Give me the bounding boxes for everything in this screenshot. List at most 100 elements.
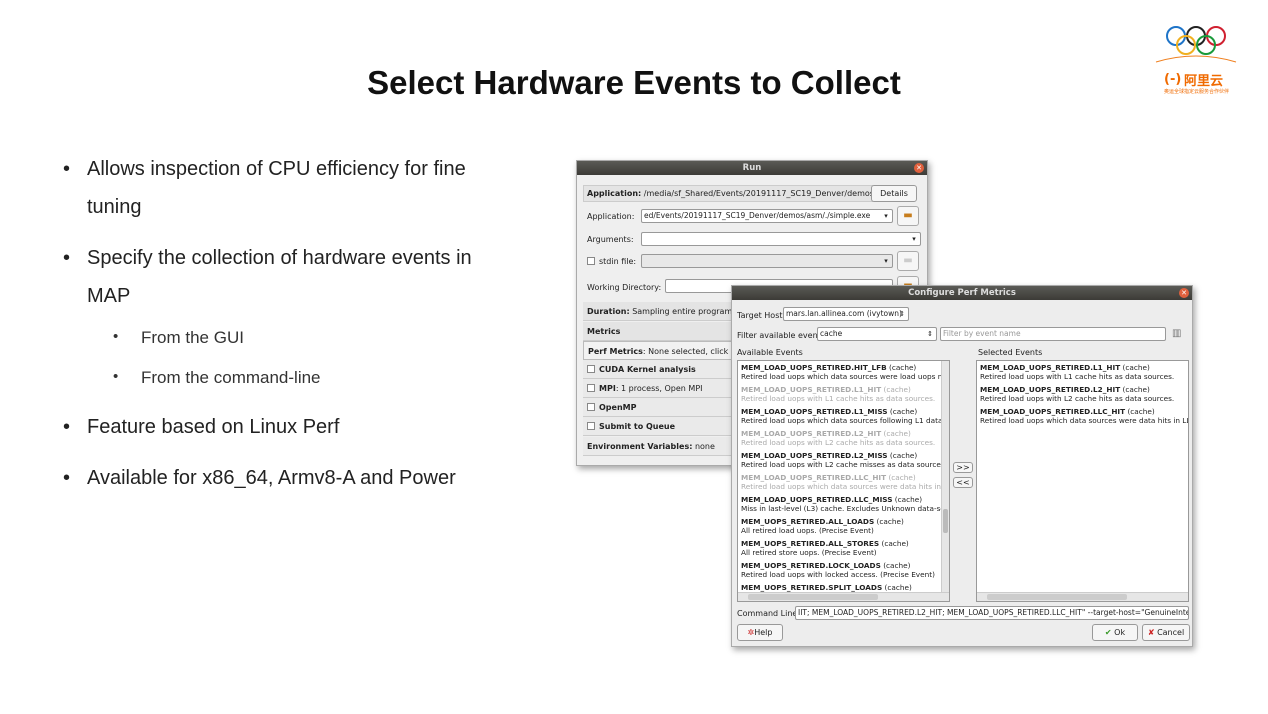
cancel-label: Cancel [1157, 628, 1185, 637]
bullet-4-text: Available for x86_64, Armv8-A and Power [87, 467, 456, 489]
olympic-cloud-logo: (-) 阿里云 奥运全球指定云服务合作伙伴 [1150, 22, 1246, 102]
ok-button[interactable]: ✔ Ok [1092, 624, 1138, 641]
target-host-value: mars.lan.allinea.com (ivytown) [786, 309, 902, 318]
bullet-1: • Allows inspection of CPU efficiency fo… [63, 150, 466, 226]
checkmark-icon: ✔ [1104, 628, 1112, 637]
list-item[interactable]: MEM_LOAD_UOPS_RETIRED.HIT_LFB (cache) Ret… [738, 361, 949, 383]
list-item[interactable]: MEM_UOPS_RETIRED.ALL_STORES (cache) All r… [738, 537, 949, 559]
filter-label: Filter available events: [737, 331, 828, 340]
run-dialog-titlebar: Run ✕ [577, 161, 927, 175]
horizontal-scrollbar[interactable] [738, 592, 949, 601]
run-dialog-title: Run [742, 163, 762, 173]
command-line-field[interactable]: IIT; MEM_LOAD_UOPS_RETIRED.L2_HIT; MEM_L… [795, 606, 1189, 620]
chevron-down-icon: ▾ [884, 257, 888, 265]
event-search-input[interactable]: Filter by event name [940, 327, 1166, 341]
openmp-label: OpenMP [599, 403, 637, 412]
scrollbar-thumb[interactable] [987, 594, 1127, 600]
list-item[interactable]: MEM_LOAD_UOPS_RETIRED.L2_MISS (cache) Ret… [738, 449, 949, 471]
application-combo[interactable]: ed/Events/20191117_SC19_Denver/demos/asm… [641, 209, 893, 223]
horizontal-scrollbar[interactable] [977, 592, 1188, 601]
application-header-value: /media/sf_Shared/Events/20191117_SC19_De… [643, 189, 873, 198]
list-item[interactable]: MEM_LOAD_UOPS_RETIRED.LLC_HIT (cache) Ret… [738, 471, 949, 493]
cuda-label: CUDA Kernel analysis [599, 365, 696, 374]
list-item[interactable]: MEM_LOAD_UOPS_RETIRED.LLC_MISS (cache) Mi… [738, 493, 949, 515]
env-value: none [694, 442, 715, 451]
list-item[interactable]: MEM_LOAD_UOPS_RETIRED.LLC_HIT (cache) Ret… [977, 405, 1188, 427]
application-label: Application: [587, 212, 635, 221]
stdin-checkbox[interactable] [587, 257, 595, 265]
perf-metrics-dialog: Configure Perf Metrics ✕ Target Host: ma… [731, 285, 1193, 647]
openmp-checkbox[interactable] [587, 403, 595, 411]
bullet-2-text: Specify the collection of hardware event… [87, 247, 472, 269]
list-item[interactable]: MEM_UOPS_RETIRED.LOCK_LOADS (cache) Retir… [738, 559, 949, 581]
queue-checkbox[interactable] [587, 422, 595, 430]
queue-label: Submit to Queue [599, 422, 676, 431]
logo-subtext: 奥运全球指定云服务合作伙伴 [1164, 89, 1230, 95]
arguments-combo[interactable]: ▾ [641, 232, 921, 246]
duration-label: Duration: [587, 307, 630, 316]
sub-bullet-gui: • From the GUI [113, 328, 244, 347]
perf-dialog-title: Configure Perf Metrics [908, 288, 1016, 298]
sub-bullet-cli: • From the command-line [113, 368, 321, 387]
help-label: Help [754, 628, 773, 637]
cancel-button[interactable]: ✘ Cancel [1142, 624, 1190, 641]
close-icon[interactable]: ✕ [1179, 288, 1189, 298]
bullet-1-text: Allows inspection of CPU efficiency for … [87, 158, 466, 180]
filter-select[interactable]: cache ⇕ [817, 327, 937, 341]
event-search-placeholder: Filter by event name [943, 329, 1021, 338]
cross-icon: ✘ [1147, 628, 1155, 637]
filter-value: cache [820, 329, 843, 338]
stdin-label: stdin file: [599, 257, 637, 266]
list-item[interactable]: MEM_LOAD_UOPS_RETIRED.L1_HIT (cache) Reti… [738, 383, 949, 405]
application-header: Application: /media/sf_Shared/Events/201… [583, 185, 873, 202]
add-events-button[interactable]: >> [953, 462, 973, 473]
working-dir-label: Working Directory: [587, 283, 662, 292]
list-item[interactable]: MEM_LOAD_UOPS_RETIRED.L2_HIT (cache) Reti… [738, 427, 949, 449]
list-item[interactable]: MEM_LOAD_UOPS_RETIRED.L1_HIT (cache) Reti… [977, 361, 1188, 383]
chevron-down-icon: ▾ [912, 235, 916, 243]
folder-browse-icon[interactable]: ▬ [897, 206, 919, 226]
remove-events-button[interactable]: << [953, 477, 973, 488]
scrollbar-thumb[interactable] [943, 509, 948, 533]
updown-icon: ⇕ [899, 310, 905, 318]
updown-icon: ⇕ [927, 330, 933, 338]
scrollbar-thumb[interactable] [748, 594, 878, 600]
bullet-4: • Available for x86_64, Armv8-A and Power [63, 459, 456, 497]
perf-dialog-titlebar: Configure Perf Metrics ✕ [732, 286, 1192, 300]
mpi-label: MPI [599, 384, 616, 393]
bullet-1-cont: tuning [87, 196, 142, 218]
target-host-select[interactable]: mars.lan.allinea.com (ivytown) ⇕ [783, 307, 909, 321]
mpi-checkbox[interactable] [587, 384, 595, 392]
list-item[interactable]: MEM_LOAD_UOPS_RETIRED.L2_HIT (cache) Reti… [977, 383, 1188, 405]
bullet-2-cont: MAP [87, 285, 131, 307]
slide-title: Select Hardware Events to Collect [367, 64, 901, 101]
bullet-3: • Feature based on Linux Perf [63, 408, 340, 446]
selected-events-list[interactable]: MEM_LOAD_UOPS_RETIRED.L1_HIT (cache) Reti… [976, 360, 1189, 602]
details-button[interactable]: Details [871, 185, 917, 202]
bullet-3-text: Feature based on Linux Perf [87, 416, 340, 438]
bullet-2: • Specify the collection of hardware eve… [63, 239, 472, 315]
cuda-checkbox[interactable] [587, 365, 595, 373]
clear-filter-icon[interactable]: ▥ [1172, 327, 1184, 341]
application-value: ed/Events/20191117_SC19_Denver/demos/asm… [644, 211, 871, 220]
perf-metrics-label: Perf Metrics [588, 347, 643, 356]
chevron-down-icon: ▾ [884, 212, 888, 220]
arguments-label: Arguments: [587, 235, 634, 244]
vertical-scrollbar[interactable] [941, 361, 949, 593]
selected-events-header: Selected Events [978, 348, 1043, 357]
perf-metrics-value: : None selected, click [642, 347, 731, 356]
env-label: Environment Variables: [587, 442, 693, 451]
folder-browse-icon[interactable]: ▬ [897, 251, 919, 271]
help-button[interactable]: ✲Help [737, 624, 783, 641]
available-events-header: Available Events [737, 348, 803, 357]
list-item[interactable]: MEM_LOAD_UOPS_RETIRED.L1_MISS (cache) Ret… [738, 405, 949, 427]
stdin-checkbox-row[interactable]: stdin file: [587, 257, 636, 266]
command-line-label: Command Line: [737, 609, 801, 618]
available-events-list[interactable]: MEM_LOAD_UOPS_RETIRED.HIT_LFB (cache) Ret… [737, 360, 950, 602]
sub-bullet-gui-text: From the GUI [141, 328, 244, 347]
target-host-label: Target Host: [737, 311, 786, 320]
close-icon[interactable]: ✕ [914, 163, 924, 173]
stdin-combo[interactable]: ▾ [641, 254, 893, 268]
list-item[interactable]: MEM_UOPS_RETIRED.ALL_LOADS (cache) All re… [738, 515, 949, 537]
sub-bullet-cli-text: From the command-line [141, 368, 321, 387]
